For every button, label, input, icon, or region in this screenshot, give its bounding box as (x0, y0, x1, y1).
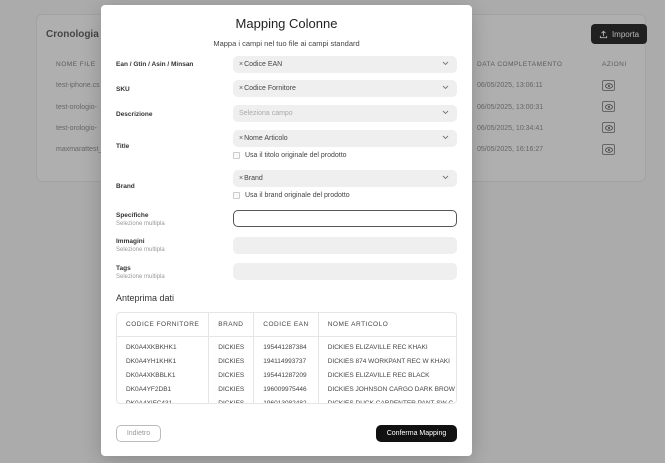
chevron-down-icon (442, 175, 449, 180)
sku-value: Codice Fornitore (244, 85, 296, 92)
description-placeholder: Seleziona campo (239, 110, 293, 117)
table-row: DK0A4XIFC431 DICKIES 196013082482 DICKIE… (117, 396, 456, 403)
tags-label: Tags (116, 265, 131, 272)
chevron-down-icon (442, 85, 449, 90)
table-cell: 196013082482 (253, 396, 319, 403)
sku-label: SKU (116, 86, 130, 93)
title-value: Nome Articolo (244, 135, 288, 142)
specs-multiselect[interactable] (233, 210, 457, 227)
specs-label: Specifiche (116, 212, 149, 219)
checkbox-box[interactable] (233, 192, 240, 199)
table-cell: 196009975446 (253, 382, 319, 396)
preview-table[interactable]: CODICE FORNITORE BRAND CODICE EAN NOME A… (116, 312, 457, 404)
table-cell: DICKIES 874 WORKPANT REC W KHAKI (318, 354, 456, 368)
chevron-down-icon (442, 135, 449, 140)
specs-sublabel: Selezione multipla (116, 221, 165, 227)
back-button[interactable]: Indietro (116, 425, 161, 442)
modal-subtitle: Mappa i campi nel tuo file ai campi stan… (213, 39, 360, 48)
title-original-checkbox[interactable]: Usa il titolo originale del prodotto (233, 152, 347, 159)
table-cell: DICKIES ELIZAVILLE REC BLACK (318, 368, 456, 382)
tags-sublabel: Selezione multipla (116, 274, 165, 280)
images-sublabel: Selezione multipla (116, 247, 165, 253)
images-label: Immagini (116, 238, 145, 245)
table-row: DK0A4XKBKHK1 DICKIES 195441287384 DICKIE… (117, 340, 456, 354)
checkbox-label: Usa il titolo originale del prodotto (245, 152, 347, 159)
table-row: DK0A4XKBBLK1 DICKIES 195441287209 DICKIE… (117, 368, 456, 382)
table-cell: DK0A4XKBKHK1 (117, 340, 210, 354)
table-row: DK0A4YF2DB1 DICKIES 196009975446 DICKIES… (117, 382, 456, 396)
column-header: CODICE EAN (253, 313, 319, 337)
table-cell: DICKIES (208, 382, 255, 396)
brand-value: Brand (244, 175, 263, 182)
preview-title: Anteprima dati (116, 293, 175, 303)
brand-original-checkbox[interactable]: Usa il brand originale del prodotto (233, 192, 350, 199)
clear-icon[interactable]: × (239, 175, 243, 182)
column-header: NOME ARTICOLO (318, 313, 456, 337)
title-label: Title (116, 143, 130, 150)
chevron-down-icon (442, 110, 449, 115)
checkbox-label: Usa il brand originale del prodotto (245, 192, 350, 199)
table-header-row: CODICE FORNITORE BRAND CODICE EAN NOME A… (117, 313, 456, 337)
confirm-mapping-button[interactable]: Conferma Mapping (376, 425, 457, 442)
table-cell: DICKIES (208, 354, 255, 368)
table-cell: DK0A4YH1KHK1 (117, 354, 210, 368)
table-cell: DK0A4XKBBLK1 (117, 368, 210, 382)
table-cell: DICKIES (208, 396, 255, 403)
images-multiselect[interactable] (233, 237, 457, 254)
table-cell: DICKIES (208, 340, 255, 354)
chevron-down-icon (442, 61, 449, 66)
clear-icon[interactable]: × (239, 85, 243, 92)
table-cell: DK0A4YF2DB1 (117, 382, 210, 396)
ean-select[interactable]: × Codice EAN (233, 56, 457, 73)
brand-label: Brand (116, 183, 135, 190)
table-cell: DICKIES DUCK CARPENTER PANT SW C (318, 396, 456, 403)
table-cell: 195441287209 (253, 368, 319, 382)
table-cell: DK0A4XIFC431 (117, 396, 210, 403)
table-cell: DICKIES (208, 368, 255, 382)
column-header: CODICE FORNITORE (117, 313, 210, 337)
mapping-modal: Mapping Colonne Mappa i campi nel tuo fi… (101, 5, 472, 456)
table-cell: DICKIES ELIZAVILLE REC KHAKI (318, 340, 456, 354)
description-label: Descrizione (116, 111, 153, 118)
clear-icon[interactable]: × (239, 61, 243, 68)
ean-label: Ean / Gtin / Asin / Minsan (116, 61, 194, 68)
column-header: BRAND (208, 313, 255, 337)
table-cell: DICKIES JOHNSON CARGO DARK BROW (318, 382, 456, 396)
clear-icon[interactable]: × (239, 135, 243, 142)
description-select[interactable]: Seleziona campo (233, 105, 457, 122)
table-cell: 195441287384 (253, 340, 319, 354)
title-select[interactable]: × Nome Articolo (233, 130, 457, 147)
ean-value: Codice EAN (244, 61, 283, 68)
modal-title: Mapping Colonne (235, 16, 338, 31)
table-cell: 194114993737 (253, 354, 319, 368)
sku-select[interactable]: × Codice Fornitore (233, 80, 457, 97)
checkbox-box[interactable] (233, 152, 240, 159)
tags-multiselect[interactable] (233, 263, 457, 280)
table-row: DK0A4YH1KHK1 DICKIES 194114993737 DICKIE… (117, 354, 456, 368)
brand-select[interactable]: × Brand (233, 170, 457, 187)
